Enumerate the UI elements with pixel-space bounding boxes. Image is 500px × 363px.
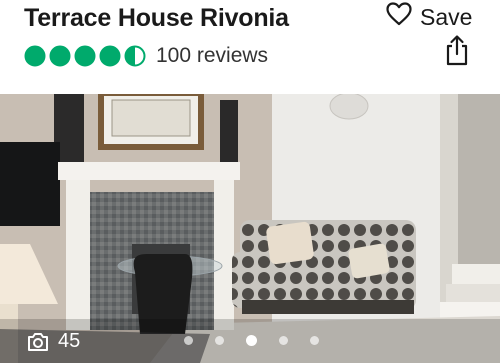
rating-row[interactable]: 100 reviews (24, 44, 268, 68)
share-icon (443, 35, 471, 70)
photo-count[interactable]: 45 (26, 330, 80, 353)
rating-bubble (74, 45, 96, 67)
rating-bubble (24, 45, 46, 67)
carousel-dots (184, 335, 319, 346)
rating-bubble (49, 45, 71, 67)
carousel-dot[interactable] (184, 336, 193, 345)
share-button[interactable] (443, 34, 471, 71)
carousel-dot[interactable] (215, 336, 224, 345)
carousel-dot[interactable] (246, 335, 257, 346)
carousel-dot[interactable] (310, 336, 319, 345)
carousel-dot[interactable] (279, 336, 288, 345)
heart-outline-icon (386, 2, 412, 32)
reviews-link[interactable]: 100 reviews (156, 44, 268, 68)
save-label: Save (420, 3, 473, 30)
hotel-title: Terrace House Rivonia (24, 4, 289, 32)
rating-bubbles (24, 45, 146, 67)
hero-photo[interactable]: 45 (0, 94, 500, 363)
room-photo-image (0, 94, 500, 363)
rating-bubble (99, 45, 121, 67)
camera-icon (26, 332, 50, 352)
rating-bubble (124, 45, 146, 67)
save-button[interactable]: Save (386, 2, 472, 32)
photo-count-value: 45 (58, 330, 81, 352)
